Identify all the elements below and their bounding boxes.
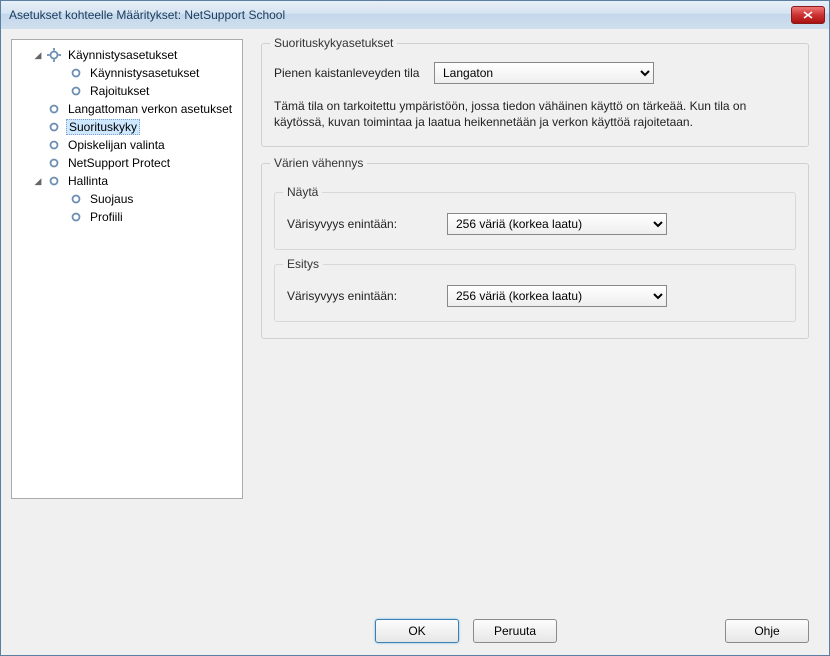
tree-panel[interactable]: ◢ Käynnistysasetukset Käynnistysasetukse… <box>11 39 243 499</box>
gear-icon <box>46 101 62 117</box>
tree-item-security[interactable]: Suojaus <box>14 190 240 208</box>
gear-icon <box>68 83 84 99</box>
expander-icon[interactable]: ◢ <box>32 175 44 187</box>
tree-item-restrictions[interactable]: Rajoitukset <box>14 82 240 100</box>
tree-item-student-select[interactable]: Opiskelijan valinta <box>14 136 240 154</box>
close-icon <box>803 11 813 19</box>
titlebar: Asetukset kohteelle Määritykset: NetSupp… <box>1 1 829 29</box>
gear-icon <box>46 47 62 63</box>
ok-button[interactable]: OK <box>375 619 459 643</box>
show-depth-select[interactable]: 256 väriä (korkea laatu) <box>447 213 667 235</box>
settings-panel: Suorituskykyasetukset Pienen kaistanleve… <box>251 39 819 597</box>
subgroup-title: Esitys <box>283 257 323 271</box>
color-reduction-group: Värien vähennys Näytä Värisyvyys enintää… <box>261 163 809 339</box>
bandwidth-row: Pienen kaistanleveyden tila Langaton <box>274 62 796 84</box>
tree-label: Käynnistysasetukset <box>88 66 201 80</box>
group-title: Värien vähennys <box>270 156 367 170</box>
tree-item-profile[interactable]: Profiili <box>14 208 240 226</box>
tree-item-nsprotect[interactable]: NetSupport Protect <box>14 154 240 172</box>
present-depth-row: Värisyvyys enintään: 256 väriä (korkea l… <box>287 285 783 307</box>
gear-icon <box>46 119 62 135</box>
tree-label: NetSupport Protect <box>66 156 172 170</box>
gear-icon <box>46 137 62 153</box>
present-subgroup: Esitys Värisyvyys enintään: 256 väriä (k… <box>274 264 796 322</box>
show-depth-label: Värisyvyys enintään: <box>287 217 447 231</box>
tree-item-startup[interactable]: ◢ Käynnistysasetukset <box>14 46 240 64</box>
tree-label: Opiskelijan valinta <box>66 138 167 152</box>
tree-label: Käynnistysasetukset <box>66 48 179 62</box>
tree-item-performance[interactable]: Suorituskyky <box>14 118 240 136</box>
bandwidth-label: Pienen kaistanleveyden tila <box>274 66 434 80</box>
expander-icon[interactable]: ◢ <box>32 49 44 61</box>
dialog-window: Asetukset kohteelle Määritykset: NetSupp… <box>0 0 830 656</box>
group-title: Suorituskykyasetukset <box>270 36 397 50</box>
button-bar: OK Peruuta Ohje <box>1 607 829 655</box>
tree-label: Langattoman verkon asetukset <box>66 102 234 116</box>
present-depth-select[interactable]: 256 väriä (korkea laatu) <box>447 285 667 307</box>
tree-item-wireless[interactable]: Langattoman verkon asetukset <box>14 100 240 118</box>
tree-label: Suorituskyky <box>66 119 140 135</box>
tree-item-admin[interactable]: ◢ Hallinta <box>14 172 240 190</box>
tree-label: Hallinta <box>66 174 110 188</box>
gear-icon <box>68 191 84 207</box>
show-subgroup: Näytä Värisyvyys enintään: 256 väriä (ko… <box>274 192 796 250</box>
gear-icon <box>46 155 62 171</box>
gear-icon <box>46 173 62 189</box>
tree-label: Suojaus <box>88 192 135 206</box>
tree-item-startup-sub[interactable]: Käynnistysasetukset <box>14 64 240 82</box>
gear-icon <box>68 65 84 81</box>
bandwidth-select[interactable]: Langaton <box>434 62 654 84</box>
help-button[interactable]: Ohje <box>725 619 809 643</box>
tree-label: Rajoitukset <box>88 84 151 98</box>
show-depth-row: Värisyvyys enintään: 256 väriä (korkea l… <box>287 213 783 235</box>
cancel-button[interactable]: Peruuta <box>473 619 557 643</box>
gear-icon <box>68 209 84 225</box>
tree-label: Profiili <box>88 210 125 224</box>
bandwidth-description: Tämä tila on tarkoitettu ympäristöön, jo… <box>274 98 796 130</box>
close-button[interactable] <box>791 6 825 24</box>
subgroup-title: Näytä <box>283 185 322 199</box>
content-area: ◢ Käynnistysasetukset Käynnistysasetukse… <box>1 29 829 607</box>
window-title: Asetukset kohteelle Määritykset: NetSupp… <box>9 8 791 22</box>
performance-group: Suorituskykyasetukset Pienen kaistanleve… <box>261 43 809 147</box>
present-depth-label: Värisyvyys enintään: <box>287 289 447 303</box>
